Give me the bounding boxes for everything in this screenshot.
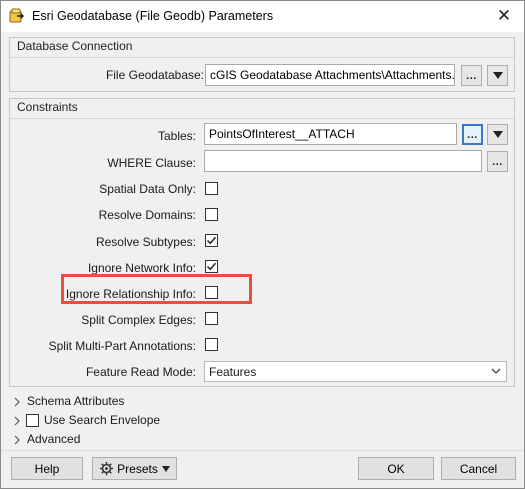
resolve-domains-label: Resolve Domains: xyxy=(98,208,196,222)
advanced-section[interactable]: Advanced xyxy=(13,431,213,449)
chevron-right-icon xyxy=(14,435,20,445)
presets-button-label: Presets xyxy=(117,461,158,476)
chevron-right-icon xyxy=(14,416,20,426)
schema-attributes-label: Schema Attributes xyxy=(27,394,125,408)
use-search-envelope-checkbox[interactable] xyxy=(26,414,39,427)
file-geodatabase-browse-button[interactable]: ... xyxy=(461,65,482,86)
split-multi-part-annotations-label: Split Multi-Part Annotations: xyxy=(48,339,196,353)
triangle-down-icon xyxy=(492,72,503,79)
spatial-data-only-label: Spatial Data Only: xyxy=(99,182,196,196)
ok-button-label: OK xyxy=(387,461,405,476)
gear-icon xyxy=(100,461,114,476)
tables-menu-button[interactable] xyxy=(487,124,508,145)
fme-reader-icon xyxy=(9,8,25,23)
parameters-dialog: Esri Geodatabase (File Geodb) Parameters… xyxy=(0,0,525,489)
presets-button[interactable]: Presets xyxy=(92,457,177,480)
schema-attributes-section[interactable]: Schema Attributes xyxy=(13,393,213,411)
feature-read-mode-label: Feature Read Mode: xyxy=(85,365,196,379)
close-button[interactable]: ✕ xyxy=(492,5,516,27)
chevron-down-icon xyxy=(491,368,501,374)
database-connection-group: Database Connection File Geodatabase: cG… xyxy=(9,37,515,92)
ignore-network-info-label: Ignore Network Info: xyxy=(87,261,196,275)
where-clause-browse-button[interactable]: ... xyxy=(487,151,508,172)
footer-divider xyxy=(1,450,524,451)
title-bar: Esri Geodatabase (File Geodb) Parameters… xyxy=(1,1,524,32)
ignore-network-info-checkbox[interactable] xyxy=(205,260,218,273)
checkmark-icon xyxy=(206,236,217,245)
split-multi-part-annotations-checkbox[interactable] xyxy=(205,338,218,351)
feature-read-mode-select[interactable]: Features xyxy=(204,361,507,382)
triangle-down-icon xyxy=(492,131,503,138)
group-divider xyxy=(10,57,514,58)
tables-label: Tables: xyxy=(157,129,196,143)
constraints-title: Constraints xyxy=(17,100,78,114)
tables-browse-button[interactable]: ... xyxy=(462,124,483,145)
where-clause-label: WHERE Clause: xyxy=(107,156,196,170)
advanced-label: Advanced xyxy=(27,432,81,446)
highlight-box xyxy=(61,274,252,304)
split-complex-edges-checkbox[interactable] xyxy=(205,312,218,325)
close-icon: ✕ xyxy=(496,6,512,25)
file-geodatabase-field[interactable]: cGIS Geodatabase Attachments\Attachments… xyxy=(205,64,455,86)
checkmark-icon xyxy=(206,262,217,271)
spatial-data-only-checkbox[interactable] xyxy=(205,182,218,195)
resolve-domains-checkbox[interactable] xyxy=(205,208,218,221)
window-title: Esri Geodatabase (File Geodb) Parameters xyxy=(32,9,274,23)
ok-button[interactable]: OK xyxy=(358,457,434,480)
cancel-button[interactable]: Cancel xyxy=(441,457,516,480)
triangle-down-icon xyxy=(161,465,170,472)
where-clause-field[interactable] xyxy=(204,150,482,172)
help-button[interactable]: Help xyxy=(11,457,83,480)
tables-field[interactable]: PointsOfInterest__ATTACH xyxy=(204,123,457,145)
help-button-label: Help xyxy=(34,461,60,476)
chevron-right-icon xyxy=(14,397,20,407)
use-search-envelope-label: Use Search Envelope xyxy=(44,413,161,427)
file-geodatabase-label: File Geodatabase: xyxy=(105,68,204,82)
feature-read-mode-value: Features xyxy=(209,365,257,379)
database-connection-title: Database Connection xyxy=(17,39,133,53)
cancel-button-label: Cancel xyxy=(459,461,498,476)
group-divider xyxy=(10,118,514,119)
constraints-group: Constraints Tables: PointsOfInterest__AT… xyxy=(9,98,515,387)
split-complex-edges-label: Split Complex Edges: xyxy=(81,313,196,327)
resolve-subtypes-checkbox[interactable] xyxy=(205,234,218,247)
use-search-envelope-section[interactable]: Use Search Envelope xyxy=(13,412,213,430)
resolve-subtypes-label: Resolve Subtypes: xyxy=(95,235,196,249)
file-geodatabase-menu-button[interactable] xyxy=(487,65,508,86)
